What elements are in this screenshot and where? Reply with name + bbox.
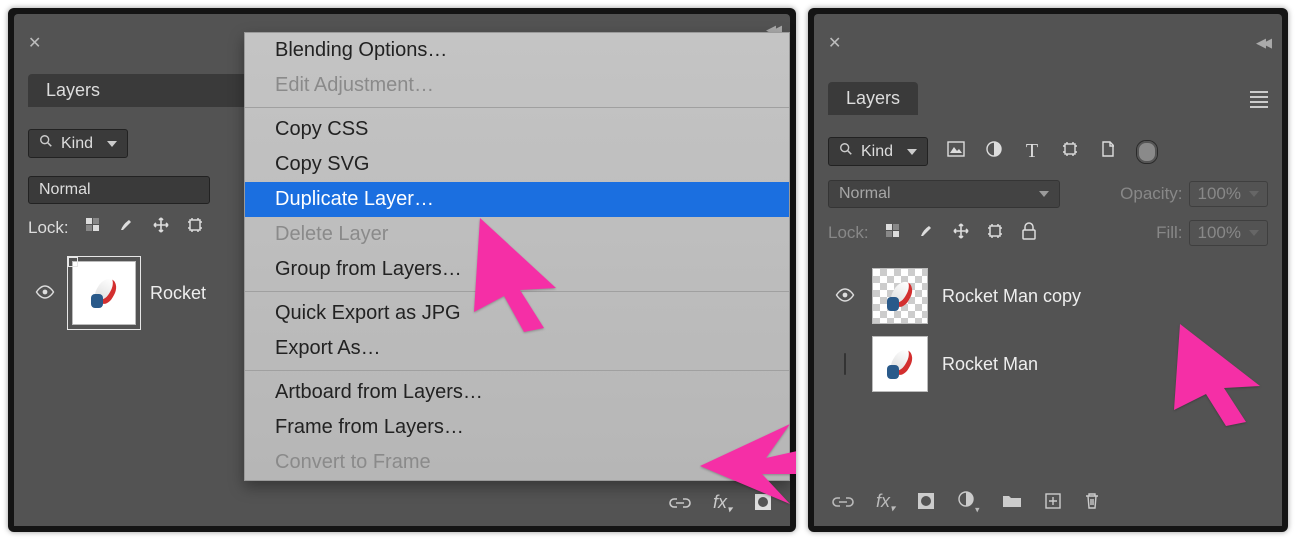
search-icon	[839, 142, 853, 161]
filter-icons: T	[946, 140, 1158, 164]
panel-tabbar: ✕ ◀◀	[828, 28, 1268, 58]
group-icon[interactable]	[1002, 493, 1022, 514]
filter-kind-label: Kind	[61, 135, 93, 153]
chevron-down-icon	[107, 141, 117, 147]
layer-name[interactable]: Rocket	[150, 283, 206, 304]
fx-icon[interactable]: fx▾	[713, 492, 732, 516]
lock-move-icon[interactable]	[951, 222, 971, 245]
layers-panel-right: ✕ ◀◀ Layers Kind	[808, 8, 1288, 532]
fill-input[interactable]: 100%	[1189, 220, 1268, 246]
layer-name[interactable]: Rocket Man copy	[942, 286, 1081, 307]
context-menu: Blending Options… Edit Adjustment… Copy …	[244, 32, 790, 481]
adjustment-filter-icon[interactable]	[984, 140, 1004, 163]
layer-thumbnail[interactable]	[872, 336, 928, 392]
blend-mode-dropdown[interactable]: Normal	[828, 180, 1060, 208]
menu-frame-from-layers[interactable]: Frame from Layers…	[245, 410, 789, 445]
menu-copy-svg[interactable]: Copy SVG	[245, 147, 789, 182]
filter-kind-dropdown[interactable]: Kind	[828, 137, 928, 166]
lock-label: Lock:	[28, 218, 69, 238]
layer-thumbnail[interactable]	[872, 268, 928, 324]
menu-edit-adjustment: Edit Adjustment…	[245, 68, 789, 103]
menu-delete-layer: Delete Layer	[245, 217, 789, 252]
fx-icon[interactable]: fx▾	[876, 491, 895, 515]
panel-footer: fx▾ ▾	[814, 480, 1282, 526]
close-icon[interactable]: ✕	[28, 33, 41, 53]
adjustment-layer-icon[interactable]: ▾	[957, 490, 980, 516]
menu-export-as[interactable]: Export As…	[245, 331, 789, 366]
tab-layers[interactable]: Layers	[828, 82, 918, 115]
visibility-icon[interactable]	[832, 286, 858, 307]
filter-kind-dropdown[interactable]: Kind	[28, 129, 128, 158]
layer-row[interactable]: Rocket Man copy	[828, 262, 1268, 330]
menu-quick-export[interactable]: Quick Export as JPG	[245, 296, 789, 331]
menu-group-from-layers[interactable]: Group from Layers…	[245, 252, 789, 287]
lock-all-icon[interactable]	[1019, 222, 1039, 245]
trash-icon[interactable]	[1084, 492, 1100, 515]
close-icon[interactable]: ✕	[828, 33, 841, 53]
mask-icon[interactable]	[754, 493, 772, 516]
link-icon[interactable]	[669, 494, 691, 515]
rocket-illustration	[87, 276, 121, 310]
fill-value: 100%	[1198, 223, 1241, 243]
opacity-input[interactable]: 100%	[1189, 181, 1268, 207]
search-icon	[39, 134, 53, 153]
menu-copy-css[interactable]: Copy CSS	[245, 112, 789, 147]
menu-convert-to-frame: Convert to Frame	[245, 445, 789, 480]
layer-row[interactable]: Rocket Man	[828, 330, 1268, 398]
chevron-down-icon	[907, 149, 917, 155]
blend-mode-value: Normal	[39, 181, 91, 199]
layer-name[interactable]: Rocket Man	[942, 354, 1038, 375]
filter-toggle[interactable]	[1136, 140, 1158, 164]
menu-artboard-from-layers[interactable]: Artboard from Layers…	[245, 375, 789, 410]
new-layer-icon[interactable]	[1044, 492, 1062, 515]
lock-brush-icon[interactable]	[117, 216, 137, 239]
smartobject-filter-icon[interactable]	[1098, 140, 1118, 163]
link-icon[interactable]	[832, 493, 854, 514]
rocket-illustration	[883, 347, 917, 381]
lock-artboard-icon[interactable]	[985, 222, 1005, 245]
panel-menu-icon[interactable]	[1250, 88, 1268, 111]
shape-filter-icon[interactable]	[1060, 140, 1080, 163]
chevron-down-icon	[1039, 191, 1049, 197]
layer-thumbnail[interactable]	[72, 261, 136, 325]
filter-kind-label: Kind	[861, 143, 893, 161]
layers-panel-left: ✕ Layers Kind Normal Lock:	[8, 8, 796, 532]
fill-label: Fill:	[1156, 223, 1182, 243]
lock-transparent-icon[interactable]	[883, 223, 903, 244]
rocket-illustration	[883, 279, 917, 313]
pixel-filter-icon[interactable]	[946, 141, 966, 162]
collapse-icon[interactable]: ◀◀	[1256, 35, 1268, 51]
menu-duplicate-layer[interactable]: Duplicate Layer…	[245, 182, 789, 217]
chevron-down-icon	[1249, 230, 1259, 236]
visibility-icon[interactable]	[32, 283, 58, 304]
opacity-value: 100%	[1198, 184, 1241, 204]
lock-label: Lock:	[828, 223, 869, 243]
lock-move-icon[interactable]	[151, 216, 171, 239]
blend-mode-value: Normal	[839, 185, 891, 203]
lock-brush-icon[interactable]	[917, 222, 937, 245]
mask-icon[interactable]	[917, 492, 935, 515]
lock-transparent-icon[interactable]	[83, 217, 103, 238]
panel-footer: fx▾	[14, 482, 790, 526]
type-filter-icon[interactable]: T	[1022, 140, 1042, 163]
chevron-down-icon	[1249, 191, 1259, 197]
blend-mode-dropdown[interactable]: Normal	[28, 176, 210, 204]
menu-blending-options[interactable]: Blending Options…	[245, 33, 789, 68]
lock-artboard-icon[interactable]	[185, 216, 205, 239]
visibility-placeholder[interactable]	[832, 354, 858, 375]
opacity-label: Opacity:	[1120, 184, 1182, 204]
